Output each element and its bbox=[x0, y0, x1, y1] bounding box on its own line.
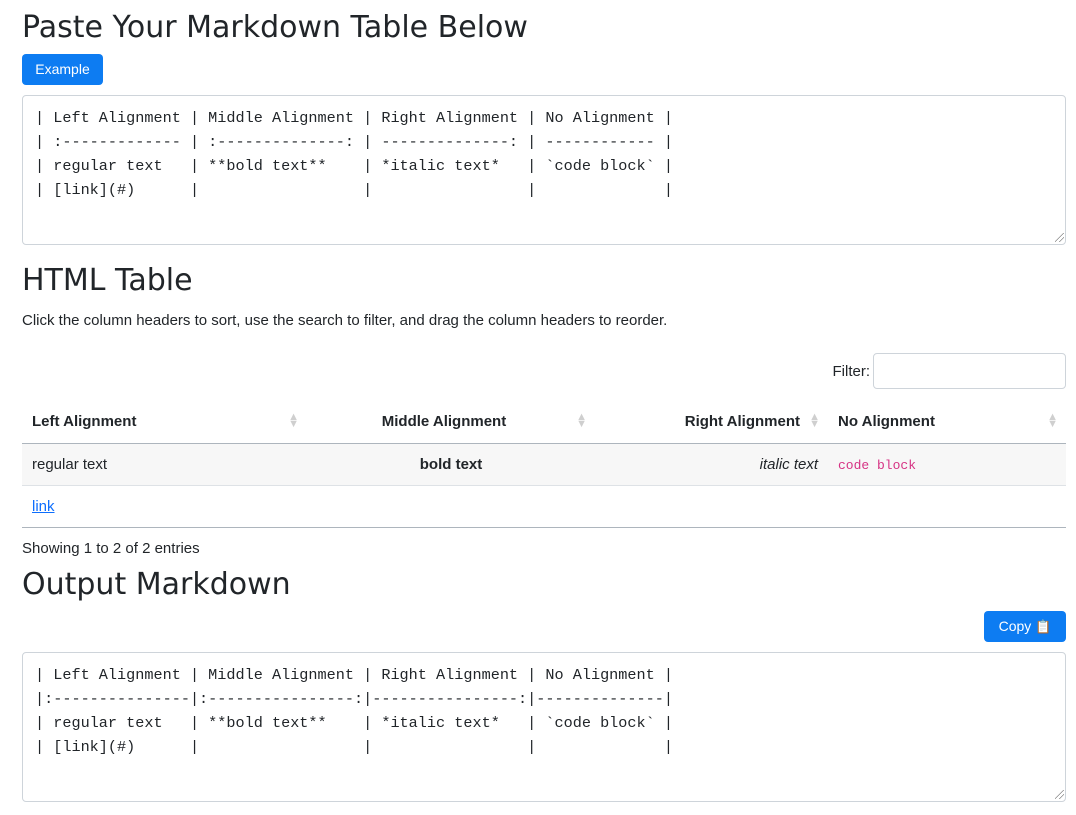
table-cell bbox=[828, 485, 1066, 528]
filter-row: Filter: bbox=[832, 353, 1066, 389]
markdown-output-textarea[interactable]: | Left Alignment | Middle Alignment | Ri… bbox=[22, 652, 1066, 802]
table-info: Showing 1 to 2 of 2 entries bbox=[22, 540, 200, 557]
column-header-label: Middle Alignment bbox=[381, 412, 507, 430]
table-row: link bbox=[22, 485, 1066, 528]
sort-icon: ▲ ▼ bbox=[1047, 411, 1058, 431]
output-resize-handle[interactable] bbox=[1055, 790, 1064, 799]
html-table-heading: HTML Table bbox=[22, 263, 193, 298]
clipboard-icon: 📋 bbox=[1035, 619, 1052, 634]
paste-heading: Paste Your Markdown Table Below bbox=[22, 10, 528, 45]
column-header-no-alignment[interactable]: No Alignment ▲ ▼ bbox=[828, 400, 1066, 444]
filter-label: Filter: bbox=[832, 362, 871, 380]
table-row: regular text bold text italic text code … bbox=[22, 443, 1066, 486]
input-resize-handle[interactable] bbox=[1055, 233, 1064, 242]
code-block: code block bbox=[838, 457, 917, 473]
table-link[interactable]: link bbox=[32, 498, 55, 515]
column-header-label: Right Alignment bbox=[684, 412, 800, 430]
markdown-input-textarea[interactable]: | Left Alignment | Middle Alignment | Ri… bbox=[22, 95, 1066, 245]
column-header-label: No Alignment bbox=[838, 412, 935, 430]
sort-icon: ▲ ▼ bbox=[576, 411, 587, 431]
output-heading: Output Markdown bbox=[22, 567, 291, 602]
table-cell: bold text bbox=[307, 443, 595, 486]
example-button[interactable]: Example bbox=[22, 54, 103, 85]
table-cell: regular text bbox=[22, 443, 307, 486]
table-cell: code block bbox=[828, 443, 1066, 486]
table-cell bbox=[307, 485, 595, 528]
copy-button[interactable]: Copy 📋 bbox=[984, 611, 1066, 642]
table-cell: link bbox=[22, 485, 307, 528]
column-header-middle-alignment[interactable]: Middle Alignment ▲ ▼ bbox=[307, 400, 595, 444]
table-description: Click the column headers to sort, use th… bbox=[22, 312, 668, 329]
column-header-right-alignment[interactable]: Right Alignment ▲ ▼ bbox=[595, 400, 828, 444]
table-cell: italic text bbox=[595, 443, 828, 486]
column-header-left-alignment[interactable]: Left Alignment ▲ ▼ bbox=[22, 400, 307, 444]
html-table: Left Alignment ▲ ▼ Middle Alignment ▲ ▼ Ri… bbox=[22, 400, 1066, 528]
table-cell bbox=[595, 485, 828, 528]
filter-input[interactable] bbox=[873, 353, 1066, 389]
copy-button-label: Copy bbox=[998, 618, 1032, 634]
sort-icon: ▲ ▼ bbox=[288, 411, 299, 431]
sort-icon: ▲ ▼ bbox=[809, 411, 820, 431]
column-header-label: Left Alignment bbox=[32, 412, 137, 430]
